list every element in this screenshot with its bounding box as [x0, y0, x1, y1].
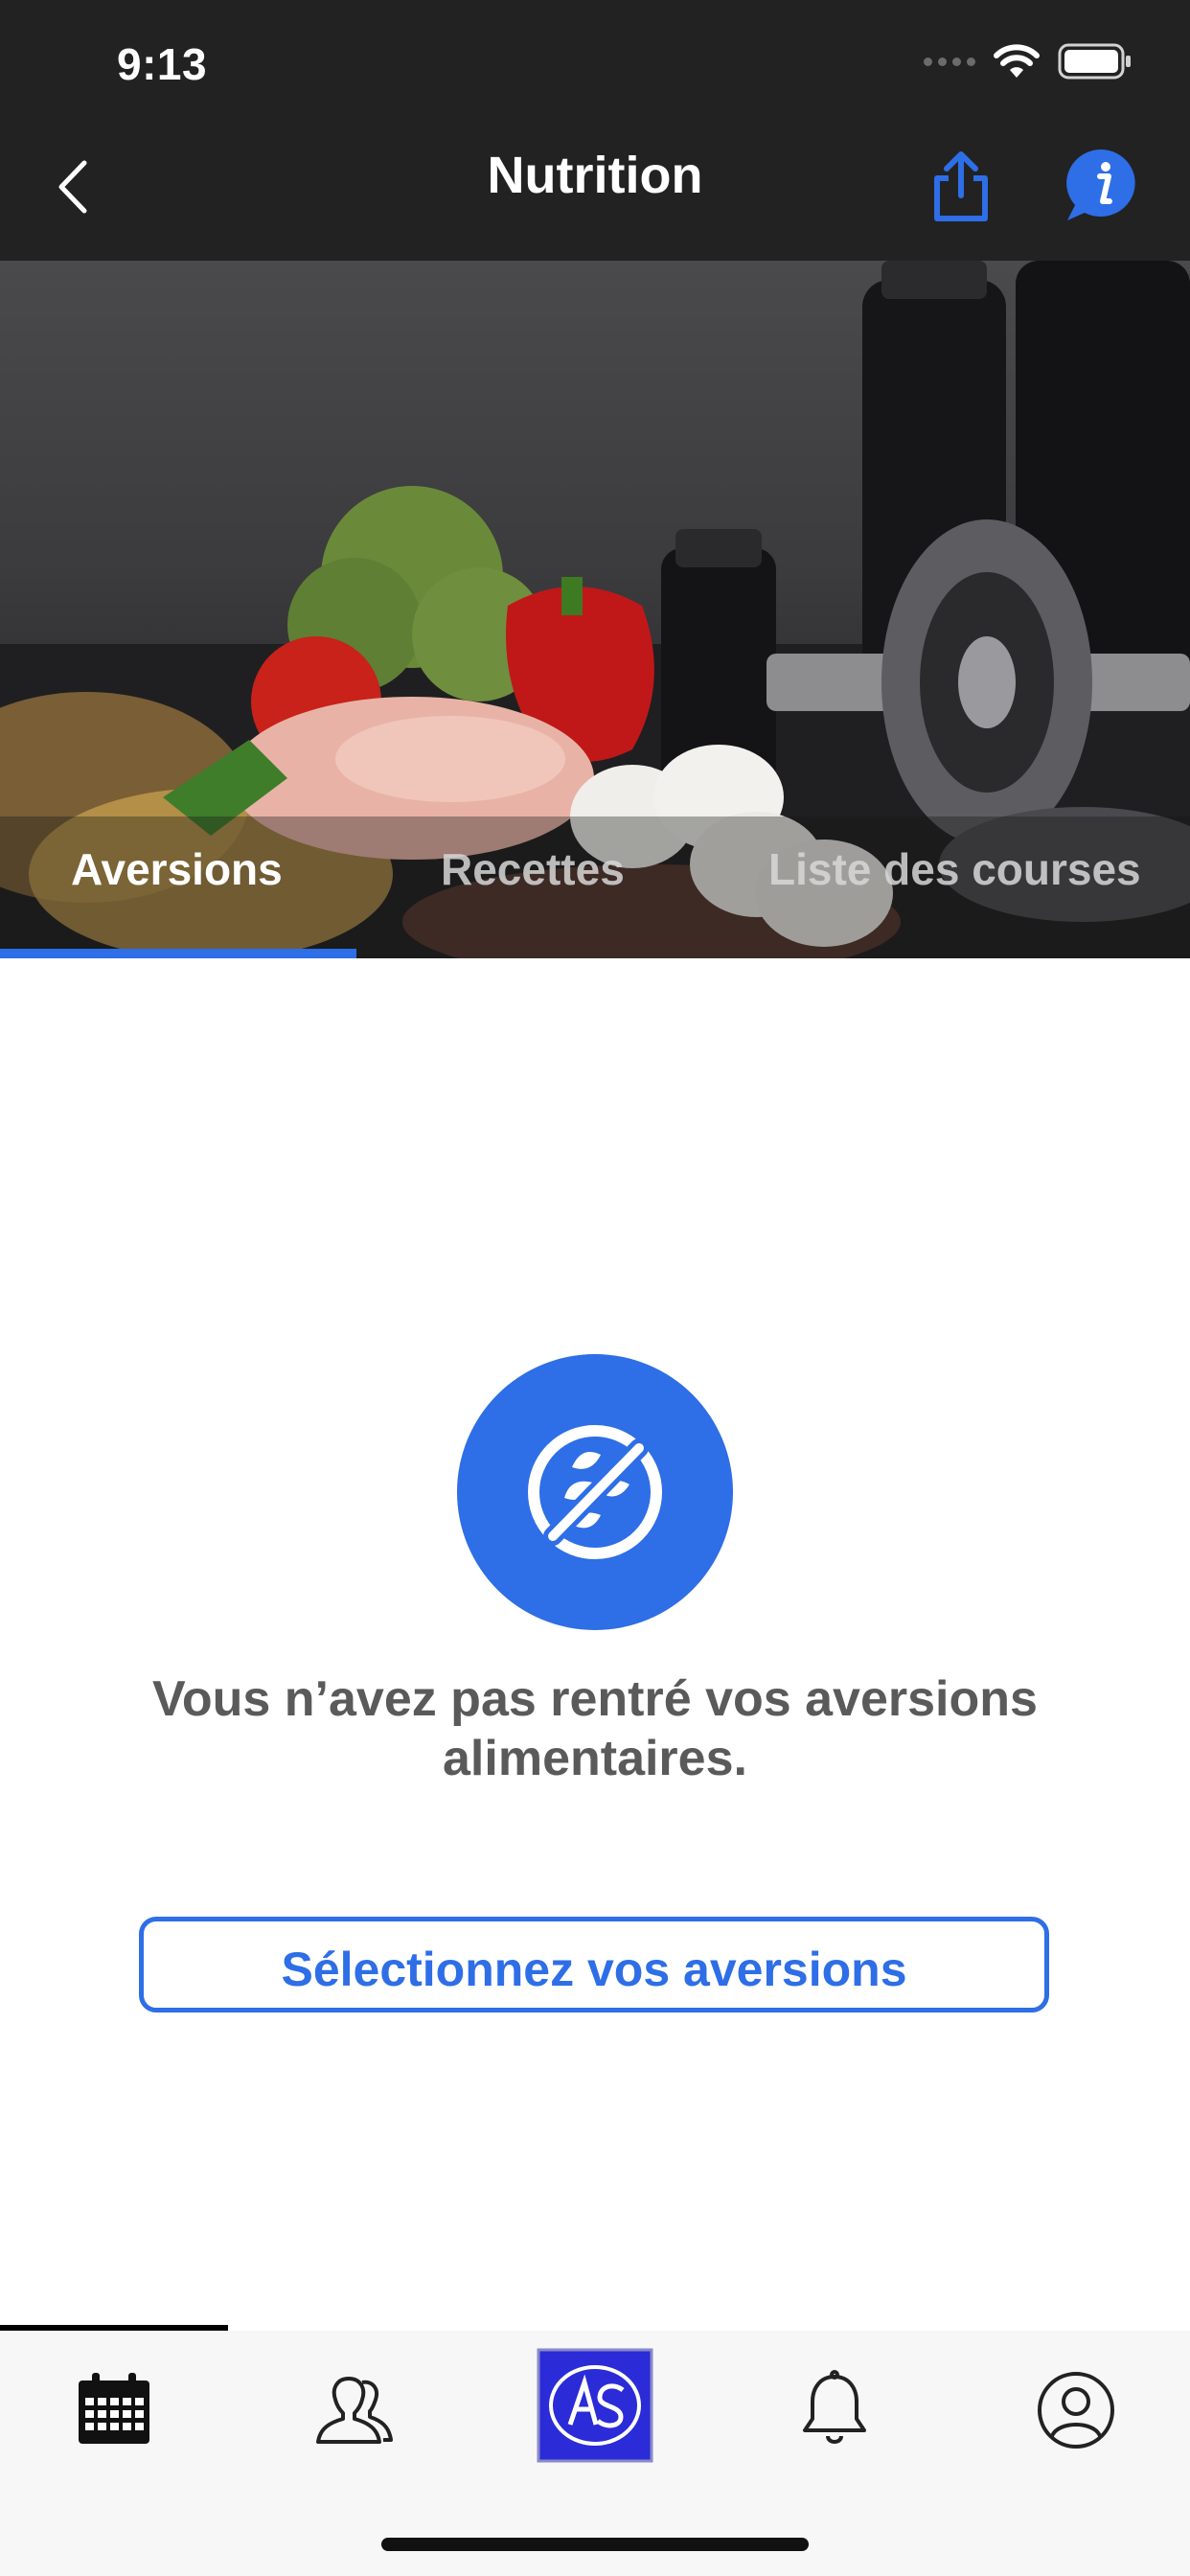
- status-time: 9:13: [117, 39, 208, 89]
- tab-recettes[interactable]: Recettes: [441, 843, 625, 895]
- tab-aversions[interactable]: Aversions: [71, 843, 283, 895]
- active-tab-indicator: [0, 949, 356, 958]
- status-icons: [924, 42, 1133, 80]
- no-grain-icon: [528, 1425, 662, 1559]
- select-aversions-button[interactable]: Sélectionnez vos aversions: [139, 1917, 1049, 2012]
- empty-state-message: Vous n’avez pas rentré vos aversions ali…: [96, 1669, 1094, 1788]
- empty-message-line-1: Vous n’avez pas rentré vos aversions: [152, 1671, 1038, 1727]
- calendar-icon[interactable]: [71, 2367, 157, 2453]
- app-logo[interactable]: [537, 2348, 653, 2463]
- users-icon[interactable]: [310, 2367, 397, 2453]
- bell-icon[interactable]: [791, 2367, 878, 2453]
- signal-dots: [924, 57, 975, 66]
- home-indicator: [381, 2538, 809, 2551]
- wifi-icon: [994, 44, 1040, 78]
- top-bar: 9:13 Nutrition: [0, 0, 1190, 261]
- info-icon[interactable]: [1064, 146, 1140, 224]
- empty-state-icon: [457, 1354, 733, 1630]
- battery-icon: [1058, 43, 1131, 80]
- share-icon[interactable]: [927, 148, 995, 224]
- page-title: Nutrition: [487, 147, 703, 204]
- tab-liste-des-courses[interactable]: Liste des courses: [768, 843, 1141, 895]
- profile-icon[interactable]: [1033, 2367, 1119, 2453]
- segment-tabs: Aversions Recettes Liste des courses: [0, 816, 1190, 958]
- empty-message-line-2: alimentaires.: [443, 1731, 747, 1786]
